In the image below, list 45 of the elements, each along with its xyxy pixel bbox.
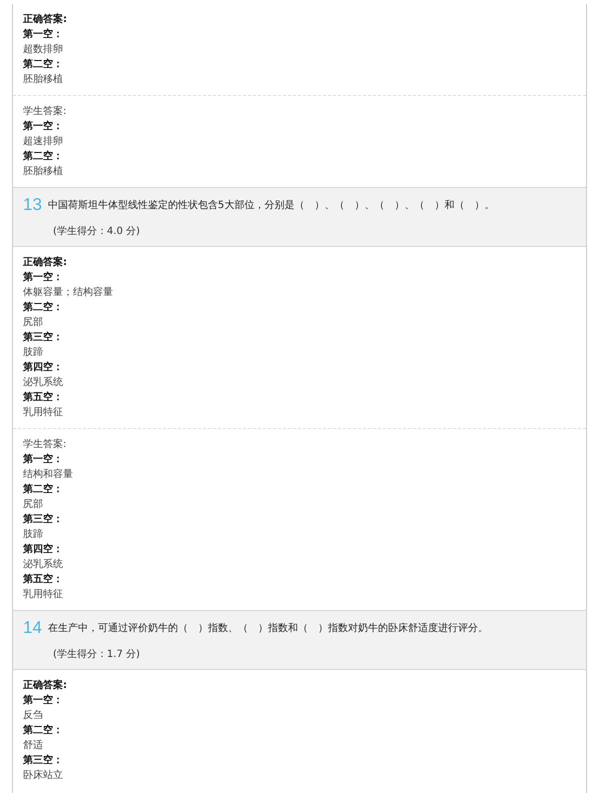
blank-label: 第二空： bbox=[23, 724, 64, 738]
answer-text: 舒适 bbox=[23, 738, 44, 753]
answer-text: 乳用特征 bbox=[23, 406, 64, 420]
question-text: 在生产中，可通过评价奶牛的（ ）指数、（ ）指数和（ ）指数对奶牛的卧床舒适度进行评分。 bbox=[48, 622, 488, 635]
blank-label: 第四空： bbox=[23, 360, 64, 375]
answer-text: 胚胎移植 bbox=[23, 72, 64, 87]
blank-label: 第一空： bbox=[23, 694, 64, 708]
blank-label: 第三空： bbox=[23, 512, 64, 527]
answer-text: 反刍 bbox=[23, 709, 44, 723]
answer-text: 超数排卵 bbox=[23, 42, 64, 57]
answer-label: 学生答案: bbox=[23, 438, 68, 452]
answer-text: 超速排卵 bbox=[23, 134, 64, 149]
blank-label: 第五空： bbox=[23, 390, 64, 405]
blank-label: 第二空： bbox=[23, 300, 64, 315]
score-text: (学生得分：1.7 分) bbox=[53, 648, 140, 661]
answer-text: 泌乳系统 bbox=[23, 558, 64, 572]
answer-text: 结构和容量 bbox=[23, 468, 74, 482]
blank-label: 第四空： bbox=[23, 542, 64, 557]
blank-label: 第二空： bbox=[23, 482, 64, 497]
score-text: (学生得分：4.0 分) bbox=[53, 224, 140, 238]
question-number: 14 bbox=[23, 617, 42, 639]
answer-text: 肢蹄 bbox=[23, 528, 44, 542]
question-text: 中国荷斯坦牛体型线性鉴定的性状包含5大部位，分别是（ ）、（ ）、（ ）、（ ）和（ ）。 bbox=[48, 198, 494, 212]
answer-text: 尻部 bbox=[23, 316, 44, 330]
blank-label: 第三空： bbox=[23, 330, 64, 345]
answer-label: 学生答案: bbox=[23, 104, 68, 119]
answer-text: 体躯容量；结构容量 bbox=[23, 286, 114, 300]
answer-label: 正确答案: bbox=[23, 12, 68, 27]
question-number: 13 bbox=[23, 194, 42, 216]
answer-text: 胚胎移植 bbox=[23, 164, 64, 179]
answer-text: 肢蹄 bbox=[23, 346, 44, 360]
blank-label: 第一空： bbox=[23, 120, 64, 134]
answer-text: 乳用特征 bbox=[23, 588, 64, 602]
answer-label: 正确答案: bbox=[23, 678, 68, 693]
blank-label: 第三空： bbox=[23, 754, 64, 768]
blank-label: 第一空： bbox=[23, 452, 64, 467]
blank-label: 第五空： bbox=[23, 572, 64, 587]
blank-label: 第一空： bbox=[23, 28, 64, 42]
answer-text: 尻部 bbox=[23, 498, 44, 512]
answer-label: 正确答案: bbox=[23, 255, 68, 270]
blank-label: 第二空： bbox=[23, 150, 64, 164]
answer-text: 卧床站立 bbox=[23, 768, 64, 783]
answer-text: 泌乳系统 bbox=[23, 376, 64, 390]
blank-label: 第一空： bbox=[23, 270, 64, 285]
blank-label: 第二空： bbox=[23, 58, 64, 72]
